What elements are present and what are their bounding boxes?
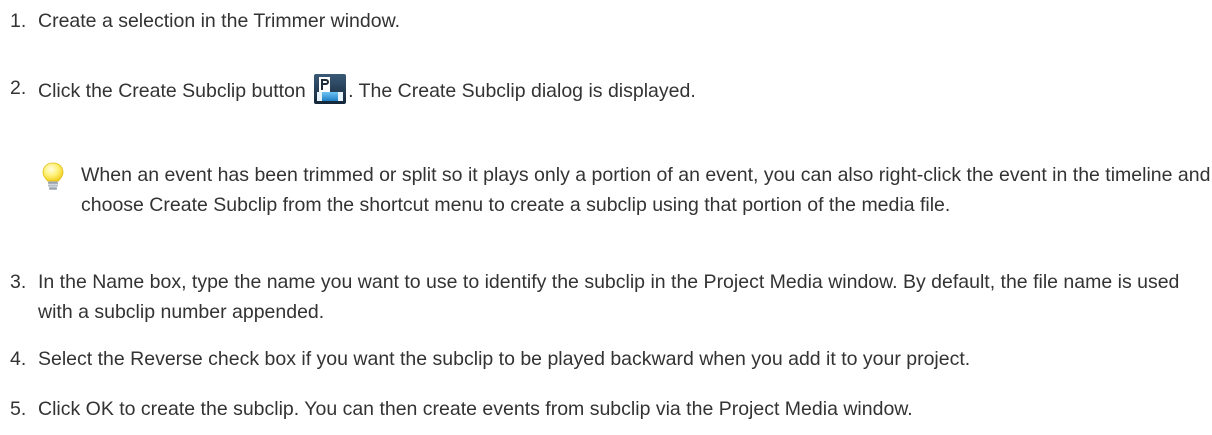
step-number: 2. [10, 77, 27, 99]
lightbulb-icon [40, 162, 66, 192]
step-text: In the Name box, type the name you want … [38, 271, 1180, 323]
create-subclip-icon [313, 73, 347, 105]
step-text-before-icon: Click the Create Subclip button [38, 80, 312, 102]
step-text-after-icon: . The Create Subclip dialog is displayed… [348, 80, 696, 102]
step-number: 4. [10, 348, 27, 370]
step-number: 5. [10, 398, 27, 420]
step-text: Click OK to create the subclip. You can … [38, 398, 913, 420]
step-number: 1. [10, 10, 27, 32]
step-text: Create a selection in the Trimmer window… [38, 10, 400, 32]
step-number: 3. [10, 271, 27, 293]
step-text: Click the Create Subclip button . The Cr… [38, 73, 696, 106]
tip-text: When an event has been trimmed or split … [81, 164, 1211, 216]
step-text: Select the Reverse check box if you want… [38, 348, 971, 370]
